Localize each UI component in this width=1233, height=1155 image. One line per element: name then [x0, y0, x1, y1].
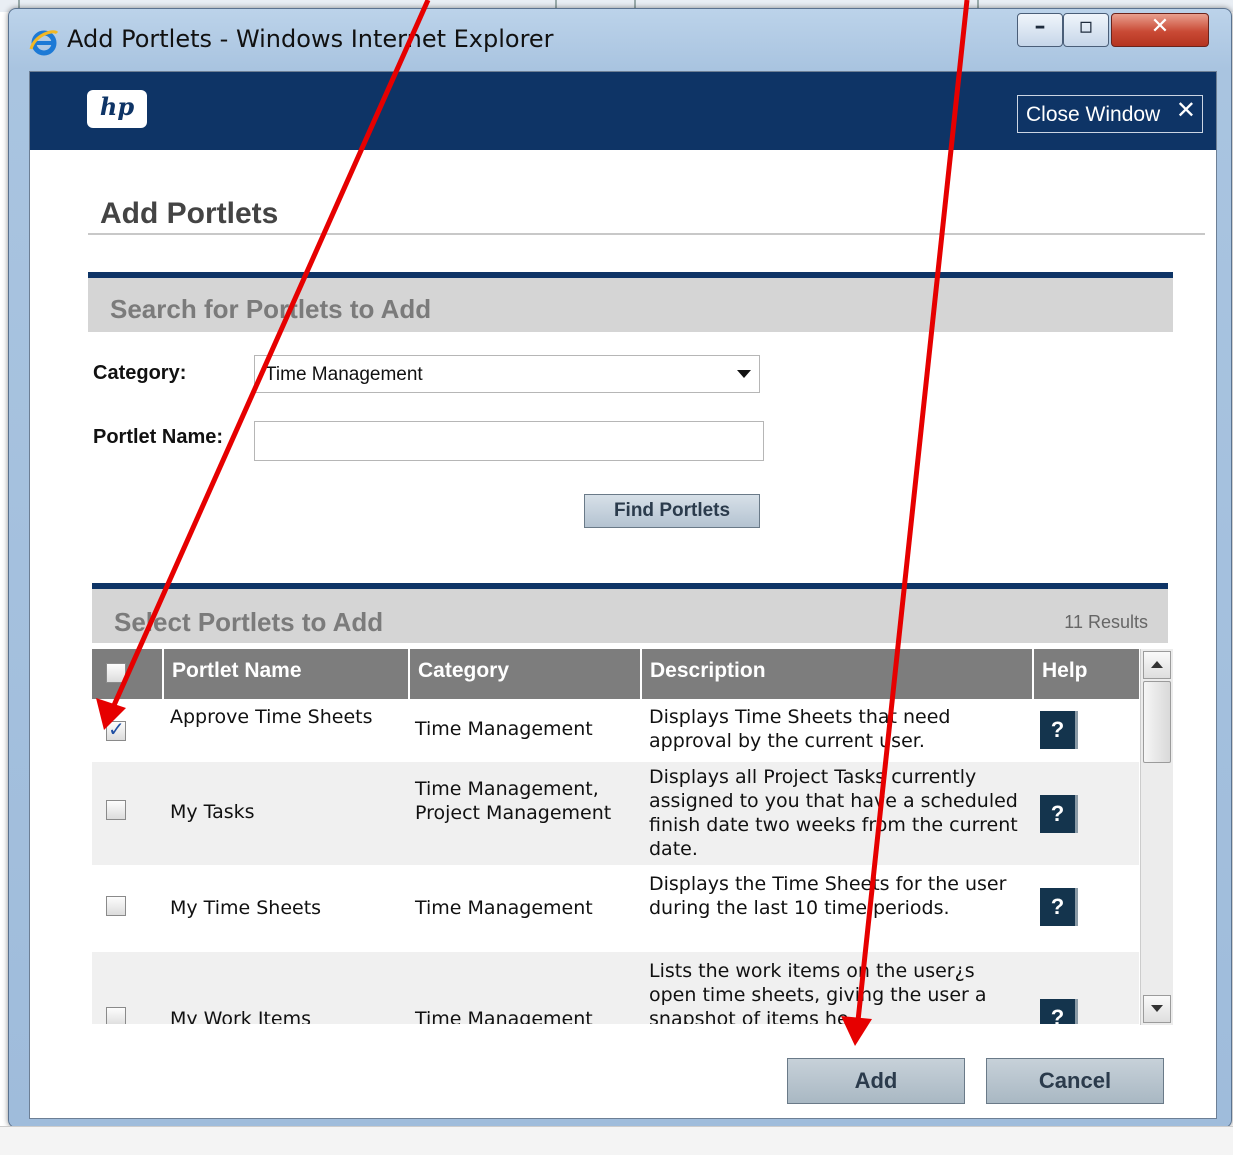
portlet-name-label: Portlet Name: — [93, 426, 224, 448]
table-row[interactable]: My Work Items Time Management Lists the … — [92, 952, 1139, 1024]
help-button[interactable]: ? — [1040, 999, 1078, 1024]
results-count: 11 Results — [1064, 612, 1148, 632]
row-checkbox[interactable] — [106, 896, 126, 916]
portlet-description: Displays Time Sheets that need approval … — [649, 706, 951, 752]
minimize-icon: – — [1034, 14, 1046, 39]
row-checkbox[interactable] — [106, 800, 126, 820]
column-header-description[interactable]: Description — [642, 649, 1034, 699]
maximize-button[interactable]: ▫ — [1063, 13, 1109, 47]
help-button[interactable]: ? — [1040, 711, 1078, 749]
chevron-down-icon — [737, 370, 751, 378]
results-section-title: Select Portlets to Add — [114, 607, 384, 637]
select-all-checkbox[interactable] — [106, 663, 126, 683]
close-icon: ✕ — [1150, 14, 1170, 39]
portlet-category: Time Management — [415, 897, 593, 919]
portlet-category: Time Management — [415, 1008, 593, 1024]
close-button[interactable]: ✕ — [1111, 13, 1209, 47]
logo-text: hp — [99, 92, 135, 121]
background-status-area — [0, 1126, 1233, 1155]
portlet-name: My Tasks — [170, 801, 255, 823]
find-portlets-button[interactable]: Find Portlets — [584, 494, 760, 528]
category-selected-value: Time Management — [265, 364, 423, 385]
help-button[interactable]: ? — [1040, 795, 1078, 833]
search-section-title: Search for Portlets to Add — [110, 294, 432, 324]
portlet-category: Time Management, Project Management — [415, 778, 612, 824]
cancel-button[interactable]: Cancel — [986, 1058, 1164, 1104]
window-title: Add Portlets - Windows Internet Explorer — [67, 25, 554, 53]
title-divider — [88, 233, 1205, 235]
portlet-description: Displays the Time Sheets for the user du… — [649, 873, 1007, 919]
help-button[interactable]: ? — [1040, 888, 1078, 926]
brand-header: hp Close Window ✕ — [30, 72, 1216, 150]
scroll-up-button[interactable] — [1143, 651, 1171, 679]
close-window-label: Close Window — [1026, 103, 1161, 126]
add-button[interactable]: Add — [787, 1058, 965, 1104]
portlet-name: My Work Items — [170, 1008, 311, 1024]
minimize-button[interactable]: – — [1017, 13, 1063, 47]
search-section-header: Search for Portlets to Add — [88, 272, 1173, 332]
select-all-header — [92, 649, 164, 699]
portlet-name: Approve Time Sheets — [170, 706, 373, 728]
portlet-category: Time Management — [415, 718, 593, 740]
table-scrollbar[interactable] — [1140, 649, 1173, 1025]
portlets-table: Portlet Name Category Description Help A… — [92, 649, 1139, 1024]
table-row[interactable]: My Time Sheets Time Management Displays … — [92, 865, 1139, 952]
hp-logo: hp — [87, 90, 147, 128]
column-header-category[interactable]: Category — [410, 649, 642, 699]
column-header-help: Help — [1042, 659, 1088, 682]
page-title: Add Portlets — [100, 197, 279, 230]
table-row[interactable]: Approve Time Sheets Time Management Disp… — [92, 699, 1139, 762]
close-window-button[interactable]: Close Window ✕ — [1017, 95, 1203, 133]
portlet-name: My Time Sheets — [170, 897, 322, 919]
portlet-description: Lists the work items on the user¿s open … — [649, 960, 987, 1024]
close-icon: ✕ — [1175, 96, 1196, 124]
row-checkbox[interactable] — [106, 1007, 126, 1024]
client-area: hp Close Window ✕ Add Portlets Search fo… — [29, 71, 1217, 1119]
scroll-thumb[interactable] — [1143, 681, 1171, 763]
category-select[interactable]: Time Management — [254, 355, 760, 393]
row-checkbox[interactable] — [106, 717, 126, 741]
category-label: Category: — [93, 362, 187, 384]
portlet-name-input[interactable] — [254, 421, 764, 461]
chevron-down-icon — [1151, 1005, 1163, 1012]
scroll-down-button[interactable] — [1143, 995, 1171, 1023]
maximize-icon: ▫ — [1078, 14, 1094, 39]
table-header: Portlet Name Category Description Help — [92, 649, 1139, 699]
portlet-description: Displays all Project Tasks currently ass… — [649, 766, 1018, 860]
internet-explorer-icon — [29, 30, 59, 56]
results-section-header: Select Portlets to Add 11 Results — [92, 583, 1168, 643]
chevron-up-icon — [1151, 661, 1163, 668]
title-bar[interactable]: Add Portlets - Windows Internet Explorer… — [9, 9, 1231, 71]
column-header-portlet-name[interactable]: Portlet Name — [164, 649, 410, 699]
browser-window: Add Portlets - Windows Internet Explorer… — [8, 8, 1232, 1128]
table-row[interactable]: My Tasks Time Management, Project Manage… — [92, 762, 1139, 865]
